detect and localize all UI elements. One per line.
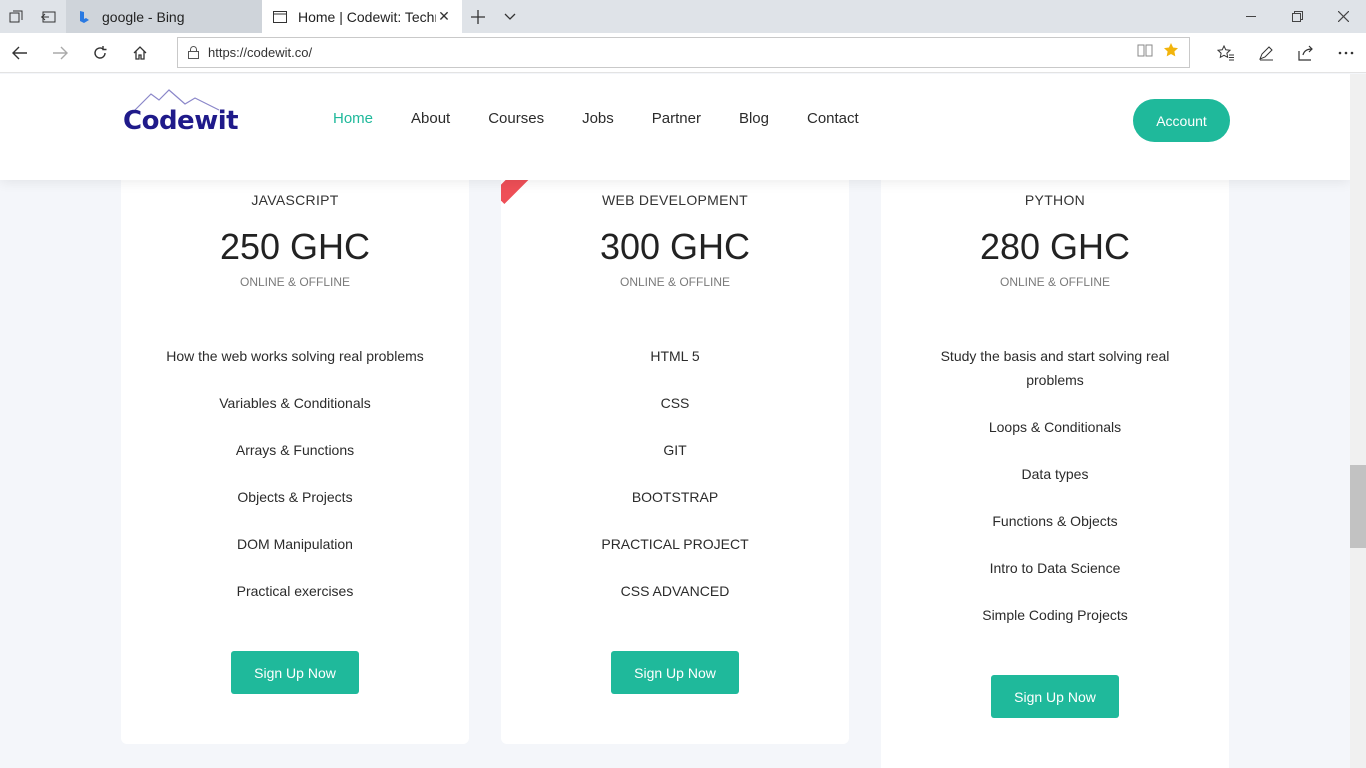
tabs-aside-icon[interactable] <box>32 0 64 33</box>
feature-list: How the web works solving real problems … <box>151 344 439 626</box>
tab-bing[interactable]: google - Bing <box>66 0 262 33</box>
feature-item: Simple Coding Projects <box>982 607 1128 623</box>
restore-icon[interactable] <box>1274 0 1320 33</box>
close-tab-icon[interactable]: ✕ <box>436 8 452 25</box>
home-icon[interactable] <box>120 33 160 73</box>
url-field[interactable]: https://codewit.co/ <box>177 37 1190 68</box>
feature-item: Loops & Conditionals <box>988 419 1122 435</box>
url-text: https://codewit.co/ <box>208 45 313 60</box>
feature-item: Arrays & Functions <box>235 442 355 458</box>
reading-view-icon[interactable] <box>1137 43 1153 62</box>
close-window-icon[interactable] <box>1320 0 1366 33</box>
feature-item: Functions & Objects <box>992 513 1118 529</box>
feature-item: CSS <box>660 395 690 411</box>
nav-about[interactable]: About <box>411 110 450 130</box>
tab-title: google - Bing <box>102 8 185 25</box>
nav-partner[interactable]: Partner <box>652 110 701 130</box>
account-button[interactable]: Account <box>1133 99 1230 142</box>
tab-actions-icon[interactable] <box>0 0 32 33</box>
main-nav: Home About Courses Jobs Partner Blog Con… <box>333 110 897 130</box>
feature-item: PRACTICAL PROJECT <box>601 536 749 552</box>
pricing-card-python: PYTHON 280 GHC ONLINE & OFFLINE Study th… <box>881 134 1229 768</box>
card-mode: ONLINE & OFFLINE <box>239 275 351 289</box>
sign-up-button[interactable]: Sign Up Now <box>991 675 1119 718</box>
minimize-icon[interactable] <box>1228 0 1274 33</box>
new-tab-icon[interactable] <box>462 0 494 33</box>
scrollbar-thumb[interactable] <box>1350 465 1366 548</box>
logo-text: Codewit <box>123 106 239 136</box>
favorites-hub-icon[interactable] <box>1206 33 1246 73</box>
feature-item: Intro to Data Science <box>989 560 1121 576</box>
tab-list-chevron-icon[interactable] <box>494 0 526 33</box>
pen-notes-icon[interactable] <box>1246 33 1286 73</box>
address-bar-row: https://codewit.co/ <box>0 33 1366 73</box>
feature-item: DOM Manipulation <box>237 536 353 552</box>
nav-courses[interactable]: Courses <box>488 110 544 130</box>
card-price: 280 GHC <box>979 226 1131 267</box>
nav-blog[interactable]: Blog <box>739 110 769 130</box>
card-price: 300 GHC <box>599 226 751 267</box>
card-mode: ONLINE & OFFLINE <box>999 275 1111 289</box>
tab-codewit[interactable]: Home | Codewit: Techno ✕ <box>262 0 462 33</box>
feature-item: Study the basis and start solving real p… <box>940 348 1170 388</box>
favorite-star-icon[interactable] <box>1163 42 1179 63</box>
sign-up-button[interactable]: Sign Up Now <box>611 651 739 694</box>
tab-title: Home | Codewit: Techno <box>298 8 436 25</box>
window-controls <box>1228 0 1366 33</box>
feature-item: Objects & Projects <box>237 489 353 505</box>
feature-item: GIT <box>663 442 687 458</box>
card-title: PYTHON <box>1024 192 1086 208</box>
browser-tab-bar: google - Bing Home | Codewit: Techno ✕ <box>0 0 1366 33</box>
page-viewport: JAVASCRIPT 250 GHC ONLINE & OFFLINE How … <box>0 74 1350 768</box>
nav-jobs[interactable]: Jobs <box>582 110 614 130</box>
forward-icon[interactable] <box>40 33 80 73</box>
page-icon <box>272 9 288 25</box>
sign-up-button[interactable]: Sign Up Now <box>231 651 359 694</box>
card-title: WEB DEVELOPMENT <box>601 192 749 208</box>
feature-list: HTML 5 CSS GIT BOOTSTRAP PRACTICAL PROJE… <box>531 344 819 626</box>
bing-icon <box>76 9 92 25</box>
refresh-icon[interactable] <box>80 33 120 73</box>
pricing-card-web-development: New WEB DEVELOPMENT 300 GHC ONLINE & OFF… <box>501 134 849 744</box>
lock-icon[interactable] <box>178 38 208 67</box>
more-menu-icon[interactable] <box>1326 33 1366 73</box>
share-icon[interactable] <box>1286 33 1326 73</box>
page-scrollbar[interactable] <box>1350 74 1366 768</box>
codewit-logo[interactable]: Codewit <box>123 88 239 146</box>
nav-contact[interactable]: Contact <box>807 110 859 130</box>
feature-item: HTML 5 <box>650 348 700 364</box>
nav-home[interactable]: Home <box>333 110 373 130</box>
card-price: 250 GHC <box>219 226 371 267</box>
feature-list: Study the basis and start solving real p… <box>911 344 1199 650</box>
site-header: Codewit Home About Courses Jobs Partner … <box>0 74 1350 180</box>
feature-item: Data types <box>1021 466 1089 482</box>
card-mode: ONLINE & OFFLINE <box>619 275 731 289</box>
pricing-card-javascript: JAVASCRIPT 250 GHC ONLINE & OFFLINE How … <box>121 134 469 744</box>
card-title: JAVASCRIPT <box>251 192 339 208</box>
feature-item: Variables & Conditionals <box>219 395 371 411</box>
feature-item: CSS ADVANCED <box>620 583 730 599</box>
feature-item: BOOTSTRAP <box>631 489 719 505</box>
feature-item: How the web works solving real problems <box>166 348 424 364</box>
back-icon[interactable] <box>0 33 40 73</box>
feature-item: Practical exercises <box>236 583 354 599</box>
